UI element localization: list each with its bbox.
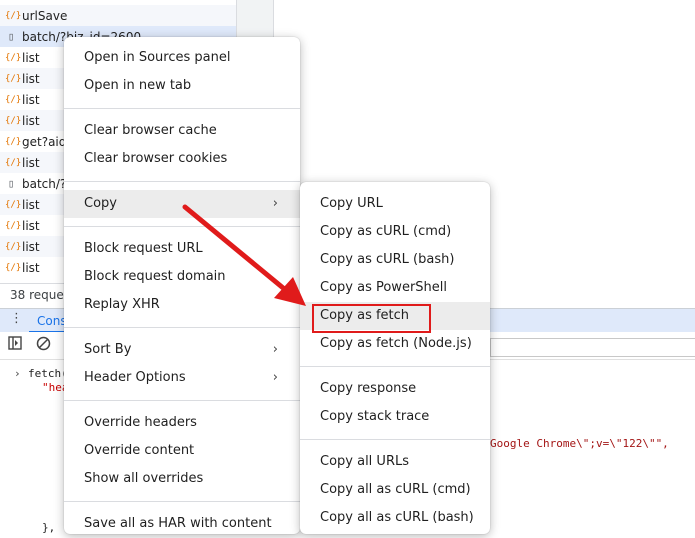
menu-item-copy-response[interactable]: Copy response — [300, 375, 490, 403]
menu-item-copy-fetch-node[interactable]: Copy as fetch (Node.js) — [300, 330, 490, 358]
xhr-icon: {/} — [5, 157, 22, 168]
menu-item-copy-all-curl-bash[interactable]: Copy all as cURL (bash) — [300, 504, 490, 532]
menu-item-label: Sort By — [84, 342, 132, 357]
chevron-right-icon: › — [272, 342, 278, 357]
xhr-icon: {/} — [5, 220, 22, 231]
request-name: list — [22, 260, 40, 275]
menu-separator — [64, 108, 300, 109]
menu-item-override-headers[interactable]: Override headers — [64, 409, 300, 437]
menu-item-copy-powershell[interactable]: Copy as PowerShell — [300, 274, 490, 302]
menu-item-open-in-sources[interactable]: Open in Sources panel — [64, 44, 300, 72]
menu-item-label: Header Options — [84, 370, 186, 385]
xhr-icon: {/} — [5, 73, 22, 84]
menu-item-copy-url[interactable]: Copy URL — [300, 190, 490, 218]
request-name: list — [22, 218, 40, 233]
menu-separator — [64, 400, 300, 401]
xhr-icon: {/} — [5, 10, 22, 21]
menu-item-header-options[interactable]: Header Options › — [64, 364, 300, 392]
request-name: list — [22, 197, 40, 212]
chevron-right-icon: › — [272, 196, 278, 211]
request-name: list — [22, 239, 40, 254]
annotation-highlight-box — [312, 304, 431, 333]
menu-separator — [300, 439, 490, 440]
menu-separator — [64, 327, 300, 328]
menu-item-copy[interactable]: Copy › — [64, 190, 300, 218]
sidebar-toggle-icon[interactable] — [8, 336, 22, 354]
menu-item-open-in-new-tab[interactable]: Open in new tab — [64, 72, 300, 100]
request-name: list — [22, 113, 40, 128]
xhr-icon: {/} — [5, 241, 22, 252]
menu-separator — [64, 501, 300, 502]
xhr-icon: {/} — [5, 94, 22, 105]
console-line: Google Chrome\";v=\"122\"", — [490, 437, 669, 450]
request-name: list — [22, 92, 40, 107]
menu-item-sort-by[interactable]: Sort By › — [64, 336, 300, 364]
doc-icon: ▯ — [7, 177, 15, 190]
menu-item-clear-cookies[interactable]: Clear browser cookies — [64, 145, 300, 173]
menu-item-replay-xhr[interactable]: Replay XHR — [64, 291, 300, 319]
menu-item-copy-curl-cmd[interactable]: Copy as cURL (cmd) — [300, 218, 490, 246]
menu-separator — [64, 181, 300, 182]
doc-icon: ▯ — [7, 30, 15, 43]
menu-item-copy-stack-trace[interactable]: Copy stack trace — [300, 403, 490, 431]
menu-item-show-overrides[interactable]: Show all overrides — [64, 465, 300, 493]
menu-item-label: Copy — [84, 196, 117, 211]
request-name: list — [22, 71, 40, 86]
clear-console-icon[interactable] — [36, 336, 51, 355]
copy-submenu: Copy URL Copy as cURL (cmd) Copy as cURL… — [300, 182, 490, 534]
menu-item-clear-cache[interactable]: Clear browser cache — [64, 117, 300, 145]
console-line: fetch( — [28, 367, 68, 380]
xhr-icon: {/} — [5, 262, 22, 273]
xhr-icon: {/} — [5, 52, 22, 63]
expand-arrow-icon[interactable]: › — [14, 367, 21, 380]
xhr-icon: {/} — [5, 115, 22, 126]
menu-item-copy-all-urls[interactable]: Copy all URLs — [300, 448, 490, 476]
request-name: urlSave — [22, 8, 68, 23]
chevron-right-icon: › — [272, 370, 278, 385]
menu-item-override-content[interactable]: Override content — [64, 437, 300, 465]
request-name: list — [22, 155, 40, 170]
request-row[interactable]: {/} urlSave — [0, 5, 236, 26]
menu-item-block-domain[interactable]: Block request domain — [64, 263, 300, 291]
drawer-menu-icon[interactable]: ⋮ — [10, 311, 23, 326]
menu-item-copy-all-curl-cmd[interactable]: Copy all as cURL (cmd) — [300, 476, 490, 504]
xhr-icon: {/} — [5, 136, 22, 147]
context-menu: Open in Sources panel Open in new tab Cl… — [64, 37, 300, 534]
request-name: list — [22, 50, 40, 65]
menu-item-copy-curl-bash[interactable]: Copy as cURL (bash) — [300, 246, 490, 274]
menu-item-block-url[interactable]: Block request URL — [64, 235, 300, 263]
console-filter-input[interactable] — [490, 338, 695, 357]
menu-separator — [300, 366, 490, 367]
xhr-icon: {/} — [5, 199, 22, 210]
console-line: }, — [42, 521, 56, 534]
menu-separator — [64, 226, 300, 227]
